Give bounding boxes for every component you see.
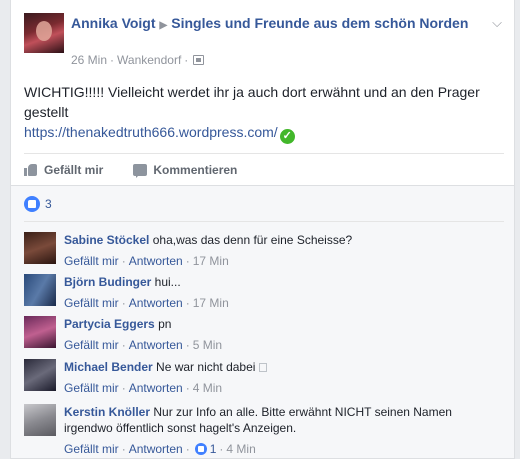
comment-text: pn (158, 317, 172, 331)
post-actions: Gefällt mir Kommentieren (24, 153, 504, 185)
like-icon (194, 443, 207, 455)
comment-button[interactable]: Kommentieren (133, 162, 238, 178)
comment-author[interactable]: Kerstin Knöller (64, 405, 150, 419)
comment-likes-count[interactable]: 1 (210, 441, 217, 457)
comment-reply-button[interactable]: Antworten (129, 337, 183, 353)
hidden-icon (259, 363, 268, 372)
audience-icon[interactable] (193, 55, 205, 65)
commenter-avatar[interactable] (24, 232, 56, 264)
post-body: WICHTIG!!!!! Vielleicht werdet ihr ja au… (24, 82, 504, 144)
commenter-avatar[interactable] (24, 359, 56, 391)
comment-text: hui... (154, 275, 181, 289)
arrow-right-icon: ▶ (159, 20, 168, 31)
thumb-up-icon (24, 163, 38, 177)
comments-section: 3 Sabine Stöckel oha,was das denn für ei… (11, 185, 514, 458)
chevron-down-icon[interactable]: ⌵ (492, 15, 502, 31)
comment-author[interactable]: Partycia Eggers (64, 317, 155, 331)
like-button[interactable]: Gefällt mir (24, 163, 103, 177)
comment-time[interactable]: 5 Min (193, 337, 222, 353)
post-text: WICHTIG!!!!! Vielleicht werdet ihr ja au… (24, 84, 480, 120)
post-header: Annika Voigt ▶ Singles und Freunde aus dem… (11, 0, 514, 70)
comment-reply-button[interactable]: Antworten (129, 253, 183, 269)
comment-author[interactable]: Sabine Stöckel (64, 233, 149, 247)
post-location[interactable]: Wankendorf (117, 53, 181, 67)
comment-time[interactable]: 17 Min (193, 253, 229, 269)
comment-reply-button[interactable]: Antworten (129, 441, 183, 457)
comment-author[interactable]: Michael Bender (64, 360, 153, 374)
post-meta: 26 Min · Wankendorf · (71, 53, 205, 67)
author-name[interactable]: Annika Voigt (71, 15, 156, 31)
likes-summary[interactable]: 3 (24, 196, 52, 212)
post-title: Annika Voigt ▶ Singles und Freunde aus dem… (71, 14, 481, 35)
post-link[interactable]: https://thenakedtruth666.wordpress.com/ (24, 124, 278, 140)
comment-reply-button[interactable]: Antworten (129, 380, 183, 396)
comment-time[interactable]: 17 Min (193, 295, 229, 311)
commenter-avatar[interactable] (24, 274, 56, 306)
likes-count: 3 (45, 197, 52, 211)
comment-text: oha,was das denn für eine Scheisse? (152, 233, 353, 247)
comment-time[interactable]: 4 Min (226, 441, 255, 457)
comment-like-button[interactable]: Gefällt mir (64, 295, 119, 311)
comment-like-button[interactable]: Gefällt mir (64, 253, 119, 269)
comment-label: Kommentieren (153, 162, 238, 177)
group-name[interactable]: Singles und Freunde aus dem schön Norden (171, 15, 468, 31)
author-avatar[interactable] (24, 13, 64, 53)
divider (24, 221, 504, 222)
like-label: Gefällt mir (44, 162, 104, 177)
commenter-avatar[interactable] (24, 404, 56, 436)
commenter-avatar[interactable] (24, 316, 56, 348)
post-card: Annika Voigt ▶ Singles und Freunde aus dem… (10, 0, 515, 459)
like-icon (24, 196, 40, 212)
comment-icon (133, 163, 148, 178)
comment-like-button[interactable]: Gefällt mir (64, 380, 119, 396)
comment-like-button[interactable]: Gefällt mir (64, 337, 119, 353)
comment-like-button[interactable]: Gefällt mir (64, 441, 119, 457)
comment-author[interactable]: Björn Budinger (64, 275, 151, 289)
check-icon: ✓ (279, 129, 295, 144)
comment-reply-button[interactable]: Antworten (129, 295, 183, 311)
comment-text: Ne war nicht dabei (156, 360, 256, 374)
comment-time[interactable]: 4 Min (193, 380, 222, 396)
post-time[interactable]: 26 Min (71, 53, 107, 67)
